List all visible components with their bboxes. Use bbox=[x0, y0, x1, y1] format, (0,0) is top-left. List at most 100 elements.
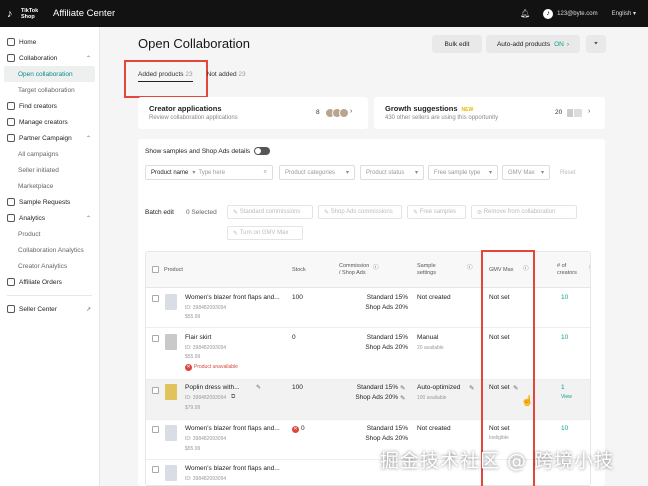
creator-avatars bbox=[325, 108, 349, 118]
row-checkbox[interactable] bbox=[152, 466, 159, 473]
standard-commission: Standard 15% bbox=[366, 425, 408, 432]
row-checkbox[interactable] bbox=[152, 426, 159, 433]
free-sample-type-filter[interactable]: Free sample type ▾ bbox=[428, 165, 498, 180]
product-name[interactable]: Women's blazer front flaps and... bbox=[185, 425, 280, 432]
bulk-edit-button[interactable]: Bulk edit bbox=[432, 35, 482, 53]
product-name[interactable]: Flair skirt bbox=[185, 334, 211, 341]
product-name-search[interactable]: Product name ▾ Type here ⌕ bbox=[145, 165, 273, 180]
product-name[interactable]: Poplin dress with... bbox=[185, 384, 240, 391]
batch-remove-button[interactable]: ⊘ Remove from collaboration bbox=[471, 205, 577, 219]
sidebar-item-all-campaigns[interactable]: All campaigns bbox=[0, 146, 99, 162]
sidebar-item-creator-analytics[interactable]: Creator Analytics bbox=[0, 258, 99, 274]
shop-ads-commission: Shop Ads 20% bbox=[365, 304, 408, 311]
sidebar-item-find-creators[interactable]: Find creators bbox=[0, 98, 99, 114]
samples-ads-toggle[interactable] bbox=[254, 147, 271, 155]
select-all-checkbox[interactable] bbox=[152, 266, 159, 273]
store-icon bbox=[7, 305, 15, 313]
gmv-max-filter[interactable]: GMV Max ▾ bbox=[502, 165, 550, 180]
product-status-filter[interactable]: Product status ▾ bbox=[360, 165, 424, 180]
card-subtitle: 430 other sellers are using this opportu… bbox=[385, 115, 499, 121]
tab-added-products[interactable]: Added products 23 bbox=[138, 71, 193, 82]
sidebar-item-open-collaboration[interactable]: Open collaboration bbox=[4, 66, 95, 82]
watermark: 掘金技术社区 @ 跨境小技 bbox=[380, 450, 615, 472]
samples-ads-toggle-row: Show samples and Shop Ads details bbox=[145, 147, 271, 155]
edit-icon[interactable]: ✎ bbox=[400, 394, 405, 402]
chevron-right-icon: › bbox=[566, 40, 570, 48]
header-sample-settings: Sample settings bbox=[417, 263, 436, 276]
chevron-right-icon: › bbox=[588, 108, 591, 115]
sidebar-item-seller-center[interactable]: Seller Center ↗ bbox=[0, 301, 99, 317]
chevron-up-icon: ⌃ bbox=[85, 55, 91, 62]
auto-add-state: ON bbox=[554, 40, 564, 48]
batch-shop-ads-commissions-button[interactable]: ✎ Shop Ads commissions bbox=[318, 205, 402, 219]
bell-icon[interactable]: 🔔︎ bbox=[520, 9, 530, 18]
product-name[interactable]: Women's blazer front flaps and... bbox=[185, 465, 280, 472]
help-icon[interactable]: ⌖ bbox=[586, 35, 606, 53]
info-icon[interactable]: ⓘ bbox=[373, 265, 379, 272]
sidebar-item-manage-creators[interactable]: Manage creators bbox=[0, 114, 99, 130]
header-stock: Stock bbox=[292, 267, 306, 273]
search-user-icon bbox=[7, 102, 15, 110]
creator-count[interactable]: 1 bbox=[561, 384, 565, 391]
sidebar-item-analytics[interactable]: Analytics ⌃ bbox=[0, 210, 99, 226]
card-title: Growth suggestions NEW bbox=[385, 104, 474, 113]
creator-applications-card[interactable]: Creator applications Review collaboratio… bbox=[138, 97, 368, 129]
language-selector[interactable]: English ▾ bbox=[612, 10, 636, 17]
product-id: ID: 398482093094 bbox=[185, 436, 227, 442]
campaign-icon bbox=[7, 134, 15, 142]
sample-availability: 20 available bbox=[417, 345, 444, 351]
sidebar-item-sample-requests[interactable]: Sample Requests bbox=[0, 194, 99, 210]
info-icon[interactable]: ⓘ bbox=[467, 265, 473, 272]
sidebar-item-seller-initiated[interactable]: Seller initiated bbox=[0, 162, 99, 178]
view-creators-link[interactable]: View bbox=[561, 394, 572, 400]
product-id: ID: 398482093094 bbox=[185, 395, 227, 401]
info-icon[interactable]: ⓘ bbox=[589, 265, 590, 272]
product-thumbnail bbox=[165, 334, 177, 350]
auto-add-products-button[interactable]: Auto-add products ON › bbox=[486, 35, 580, 53]
product-categories-filter[interactable]: Product categories ▾ bbox=[279, 165, 355, 180]
account-menu[interactable]: ♪ 123@byte.com bbox=[543, 8, 598, 19]
edit-icon[interactable]: ✎ bbox=[469, 384, 474, 392]
growth-suggestions-card[interactable]: Growth suggestions NEW 430 other sellers … bbox=[374, 97, 605, 129]
product-thumbnail bbox=[165, 425, 177, 441]
suggestion-count: 20 bbox=[555, 109, 563, 116]
sidebar-item-affiliate-orders[interactable]: Affiliate Orders bbox=[0, 274, 99, 290]
row-checkbox[interactable] bbox=[152, 295, 159, 302]
batch-standard-commissions-button[interactable]: ✎ Standard commissions bbox=[227, 205, 313, 219]
row-checkbox[interactable] bbox=[152, 335, 159, 342]
standard-commission: Standard 15% bbox=[366, 334, 408, 341]
reset-filters-link[interactable]: Reset bbox=[560, 170, 576, 176]
sidebar-item-partner-campaign[interactable]: Partner Campaign ⌃ bbox=[0, 130, 99, 146]
header-creators: # of creators bbox=[557, 263, 577, 276]
creator-count[interactable]: 10 bbox=[561, 334, 568, 341]
shop-ads-commission: Shop Ads 20% bbox=[365, 344, 408, 351]
sidebar-item-home[interactable]: Home bbox=[0, 34, 99, 50]
batch-free-samples-button[interactable]: ✎ Free samples bbox=[407, 205, 466, 219]
search-input[interactable]: Type here bbox=[198, 170, 225, 176]
sidebar-item-target-collaboration[interactable]: Target collaboration bbox=[0, 82, 99, 98]
sidebar-item-collaboration-analytics[interactable]: Collaboration Analytics bbox=[0, 242, 99, 258]
tab-not-added[interactable]: Not added 23 bbox=[207, 71, 246, 82]
batch-gmv-max-button[interactable]: ✎ Turn on GMV Max bbox=[227, 226, 303, 240]
product-id: ID: 398482093094 bbox=[185, 476, 227, 482]
edit-icon[interactable]: ✎ bbox=[256, 384, 261, 391]
row-checkbox[interactable] bbox=[152, 387, 159, 394]
sample-icon bbox=[7, 198, 15, 206]
creator-count[interactable]: 10 bbox=[561, 294, 568, 301]
sidebar-item-collaboration[interactable]: Collaboration ⌃ bbox=[0, 50, 99, 66]
handshake-icon bbox=[7, 54, 15, 62]
creator-count[interactable]: 10 bbox=[561, 425, 568, 432]
error-icon: ✕ bbox=[185, 364, 192, 371]
sidebar-item-marketplace[interactable]: Marketplace bbox=[0, 178, 99, 194]
card-title: Creator applications bbox=[149, 104, 222, 113]
search-icon[interactable]: ⌕ bbox=[264, 169, 267, 176]
tiktok-shop-logo[interactable]: ♪ TikTok Shop bbox=[7, 8, 41, 20]
copy-icon[interactable]: ⧉ bbox=[231, 394, 235, 401]
tab-bar: Added products 23 Not added 23 bbox=[138, 71, 246, 82]
edit-icon[interactable]: ✎ bbox=[400, 384, 405, 392]
product-name[interactable]: Women's blazer front flaps and... bbox=[185, 294, 280, 301]
logo-text: TikTok Shop bbox=[21, 7, 39, 20]
sample-setting: Not created bbox=[417, 294, 451, 301]
sidebar-item-product[interactable]: Product bbox=[0, 226, 99, 242]
search-field-selector[interactable]: Product name bbox=[151, 170, 188, 176]
